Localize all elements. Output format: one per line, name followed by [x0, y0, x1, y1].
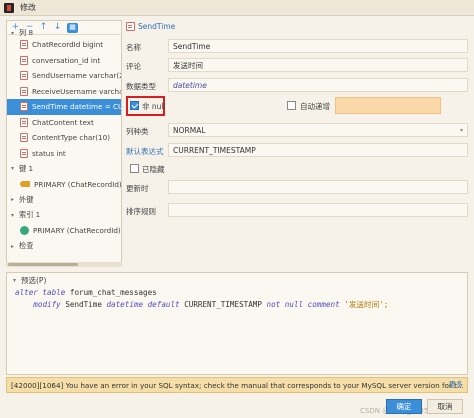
- tree-item-label: ChatContent text: [32, 117, 94, 127]
- column-kind-value: NORMAL: [173, 125, 206, 135]
- tree-item-label: ContentType char(10): [32, 133, 110, 143]
- preview-header[interactable]: ▾ 预选(P): [13, 275, 46, 286]
- data-type-field[interactable]: datetime: [168, 78, 468, 92]
- column-icon: [20, 86, 28, 96]
- tree-item-label: SendTime datetime = CURRENT_TIMESTAMP: [32, 102, 121, 112]
- error-message-bar: [42000][1064] You have an error in your …: [6, 377, 468, 393]
- tree-item-column[interactable]: SendUsername varchar(255): [7, 68, 121, 84]
- tree-item-label: status int: [32, 148, 66, 158]
- sql-keyword: not null comment: [266, 300, 340, 309]
- comment-field[interactable]: 发送时间: [168, 58, 468, 72]
- ok-button[interactable]: 确定: [386, 399, 422, 414]
- chevron-down-icon: ▾: [11, 29, 15, 37]
- column-icon: [20, 40, 28, 50]
- column-icon: [126, 22, 135, 31]
- column-kind-label: 列种类: [126, 127, 149, 136]
- tree-group-label: 外键: [19, 194, 34, 204]
- tree-item-label: ReceiveUsername varchar(255): [32, 86, 122, 96]
- column-icon: [20, 55, 28, 65]
- default-expression-field[interactable]: CURRENT_TIMESTAMP: [168, 143, 468, 157]
- more-link[interactable]: 更多: [449, 380, 463, 390]
- key-icon: [20, 181, 30, 188]
- auto-increment-field[interactable]: [335, 97, 441, 114]
- chevron-down-icon: ▾: [13, 277, 17, 284]
- tree-item-column[interactable]: ReceiveUsername varchar(255): [7, 84, 121, 100]
- tree-item-label: PRIMARY (ChatRecordId): [34, 179, 122, 189]
- chevron-right-icon: ▸: [11, 242, 15, 250]
- tree-item-label: PRIMARY (ChatRecordId) UNIQUE: [33, 226, 121, 236]
- scrollbar-thumb[interactable]: [8, 263, 78, 266]
- preview-title: 预选(P): [21, 276, 47, 285]
- column-icon: [20, 71, 28, 81]
- app-icon: [4, 2, 14, 13]
- on-update-field[interactable]: [168, 180, 468, 194]
- column-tab-header: SendTime: [126, 22, 175, 31]
- tree-horizontal-scrollbar[interactable]: [6, 262, 122, 267]
- window-title: 修改: [20, 3, 36, 12]
- sql-keyword: datetime default: [106, 300, 180, 309]
- tree-group-label: 检查: [19, 241, 34, 251]
- hidden-label: 已隐藏: [142, 165, 165, 174]
- tree-group-indexes[interactable]: ▾ 索引 1: [7, 208, 121, 224]
- column-icon: [20, 148, 28, 158]
- column-properties-form: SendTime 名称 SendTime 评论 发送时间 数据类型 dateti…: [124, 20, 474, 270]
- tree-item-column[interactable]: ChatRecordId bigint: [7, 37, 121, 53]
- name-field[interactable]: SendTime: [168, 39, 468, 53]
- auto-increment-checkbox[interactable]: [287, 101, 296, 110]
- tree-item-label: conversation_id int: [32, 55, 101, 65]
- tree-item-label: SendUsername varchar(255): [32, 71, 121, 81]
- not-null-checkbox[interactable]: [130, 101, 139, 110]
- tree-item-column[interactable]: ChatContent text: [7, 115, 121, 131]
- collation-field[interactable]: [168, 203, 468, 217]
- auto-increment-label: 自动递增: [300, 102, 330, 111]
- tree-group-columns[interactable]: ▾ 列 8: [7, 29, 121, 37]
- tree-group-label: 键 1: [19, 163, 34, 173]
- chevron-right-icon: ▸: [11, 196, 15, 204]
- tree-group-label: 列 8: [19, 29, 34, 37]
- tree-item-column[interactable]: conversation_id int: [7, 53, 121, 69]
- sql-keyword: alter table: [15, 288, 66, 297]
- tree: ▾ 列 8 ChatRecordId bigint conversation_i…: [7, 29, 121, 254]
- default-expression-label: 默认表达式: [126, 147, 164, 156]
- sql-code[interactable]: alter table forum_chat_messages modify S…: [15, 287, 388, 311]
- on-update-label: 更新时: [126, 184, 149, 193]
- not-null-label: 非 null: [142, 102, 166, 111]
- cancel-button[interactable]: 取消: [427, 399, 463, 414]
- tree-item-column[interactable]: status int: [7, 146, 121, 162]
- title-bar: 修改: [0, 0, 474, 16]
- name-label: 名称: [126, 43, 141, 52]
- sql-preview-panel: ▾ 预选(P) alter table forum_chat_messages …: [6, 272, 468, 375]
- sql-identifier: CURRENT_TIMESTAMP: [184, 300, 262, 309]
- sql-identifier: forum_chat_messages: [69, 288, 157, 297]
- tree-group-keys[interactable]: ▾ 键 1: [7, 161, 121, 177]
- sql-identifier: SendTime: [65, 300, 102, 309]
- tree-item-label: ChatRecordId bigint: [32, 40, 104, 50]
- column-icon: [20, 117, 28, 127]
- chevron-down-icon: ▾: [11, 165, 15, 173]
- tree-group-label: 索引 1: [19, 210, 41, 220]
- collation-label: 排序规则: [126, 207, 156, 216]
- chevron-down-icon: ▾: [459, 127, 463, 134]
- comment-label: 评论: [126, 62, 141, 71]
- column-kind-select[interactable]: NORMAL ▾: [168, 123, 468, 137]
- sql-keyword: modify: [33, 300, 61, 309]
- index-icon: [20, 226, 29, 236]
- column-tab-label: SendTime: [138, 22, 176, 31]
- tree-group-foreign-keys[interactable]: ▸ 外键: [7, 192, 121, 208]
- tree-item-column[interactable]: ContentType char(10): [7, 130, 121, 146]
- tree-group-checks[interactable]: ▸ 检查: [7, 239, 121, 255]
- dialog-footer: CSDN @8172_76359 确定 取消: [0, 395, 474, 418]
- error-message: [42000][1064] You have an error in your …: [11, 380, 464, 390]
- tree-item-index[interactable]: PRIMARY (ChatRecordId) UNIQUE: [7, 223, 121, 239]
- data-type-label: 数据类型: [126, 82, 156, 91]
- sql-string: '发送时间';: [344, 300, 389, 309]
- tree-item-key[interactable]: PRIMARY (ChatRecordId): [7, 177, 121, 193]
- structure-tree-panel: + − ↑ ↓ ▦ ▾ 列 8 ChatRecordId bigint conv…: [6, 20, 122, 265]
- column-icon: [20, 102, 28, 112]
- column-icon: [20, 133, 28, 143]
- chevron-down-icon: ▾: [11, 211, 15, 219]
- hidden-checkbox[interactable]: [130, 164, 139, 173]
- tree-item-column-selected[interactable]: SendTime datetime = CURRENT_TIMESTAMP: [7, 99, 121, 115]
